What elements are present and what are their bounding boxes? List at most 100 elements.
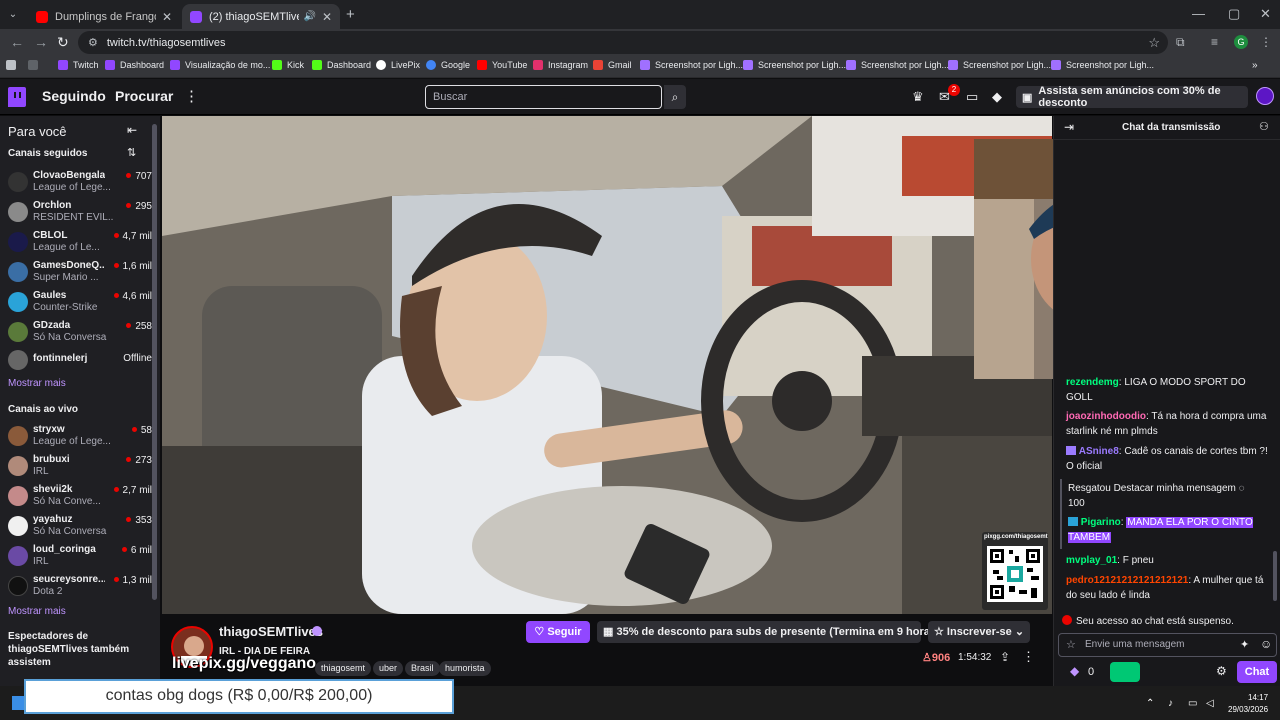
sidebar-scrollbar[interactable] (152, 124, 157, 600)
verified-badge-icon (312, 626, 322, 636)
bookmark-item[interactable]: Screenshot por Ligh... (743, 60, 846, 70)
streamer-name[interactable]: thiagoSEMTlives (219, 624, 323, 639)
forward-icon[interactable]: → (34, 34, 48, 50)
more-bookmarks-icon[interactable]: » (1252, 60, 1258, 71)
sort-icon[interactable]: ⇅ (127, 146, 136, 159)
bits-icon[interactable]: ◆ (1070, 664, 1079, 678)
bookmark-item[interactable]: Twitch (58, 60, 99, 70)
sidebar-channel[interactable]: Orchlon RESIDENT EVIL... 295 (8, 198, 152, 226)
sidebar-channel[interactable]: shevii2k Só Na Conve... 2,7 mil (8, 482, 152, 510)
users-icon[interactable]: ⚇ (1259, 120, 1269, 133)
share-icon[interactable]: ⇪ (1000, 650, 1010, 664)
stream-tag[interactable]: uber (373, 661, 404, 676)
follow-button[interactable]: ♡ Seguir (526, 621, 590, 643)
profile-avatar[interactable]: G (1234, 35, 1248, 49)
bookmark-item[interactable]: Dashboard (105, 60, 164, 70)
bookmark-item[interactable]: Screenshot por Ligh... (846, 60, 949, 70)
show-more-followed[interactable]: Mostrar mais (8, 378, 66, 389)
drops-icon[interactable]: ◆ (992, 89, 1002, 105)
collapse-chat-icon[interactable]: ⇥ (1064, 120, 1074, 134)
browser-tab-twitch[interactable]: (2) thiagoSEMTlives - Twitch 🔊 ✕ (182, 4, 340, 29)
user-avatar[interactable] (1256, 87, 1274, 105)
back-icon[interactable]: ← (10, 34, 24, 50)
sidebar-channel[interactable]: seucreysonre... Dota 2 1,3 mil (8, 572, 152, 600)
bookmark-item[interactable]: LivePix (376, 60, 420, 70)
close-window-icon[interactable]: ✕ (1260, 6, 1271, 22)
chat-scrollbar[interactable] (1273, 551, 1277, 601)
search-input[interactable]: Buscar (425, 85, 662, 109)
maximize-icon[interactable]: ▢ (1228, 6, 1240, 22)
system-clock[interactable]: 14:17 29/03/2026 (1228, 692, 1268, 716)
sidebar-channel[interactable]: brubuxi IRL 273 (8, 452, 152, 480)
bookmark-item[interactable]: Dashboard (312, 60, 371, 70)
search-icon[interactable]: ⌕ (664, 85, 686, 109)
extensions-icon[interactable]: ⧉ (1176, 35, 1185, 50)
minimize-icon[interactable]: — (1192, 6, 1205, 21)
sidebar-channel[interactable]: ClovaoBengala League of Lege... 707 (8, 168, 152, 196)
tray-chevron-icon[interactable]: ⌃ (1146, 698, 1154, 709)
browser-tab-youtube[interactable]: Dumplings de Frango com BBQ ✕ (28, 4, 180, 29)
twitch-logo-icon[interactable] (8, 87, 26, 107)
bookmark-item[interactable]: Visualização de mo... (170, 60, 270, 70)
bookmark-item[interactable]: Gmail (593, 60, 632, 70)
bookmark-star-icon[interactable]: ☆ (1148, 35, 1160, 51)
reload-icon[interactable]: ↻ (57, 34, 69, 51)
bookmark-item[interactable]: Instagram (533, 60, 588, 70)
sidebar-channel[interactable]: fontinnelerj Offline (8, 346, 152, 374)
site-info-icon[interactable]: ⚙ (88, 36, 98, 49)
new-tab-button[interactable]: + (346, 6, 355, 23)
gift-icon[interactable] (1110, 662, 1140, 682)
stream-tag[interactable]: Brasil (405, 661, 440, 676)
sidebar-channel[interactable]: CBLOL League of Le... 4,7 mil (8, 228, 152, 256)
magic-wand-icon[interactable]: ✦ (1240, 638, 1249, 651)
speaker-icon[interactable]: 🔊 (303, 11, 315, 22)
microphone-icon[interactable]: ♪ (1168, 698, 1173, 709)
tab-search-icon[interactable]: ⌄ (5, 7, 21, 23)
nav-browse[interactable]: Procurar (115, 88, 173, 104)
url-text: twitch.tv/thiagosemtlives (106, 36, 226, 49)
bookmark-item[interactable]: Kick (272, 60, 304, 70)
more-options-icon[interactable]: ⋮ (184, 87, 199, 105)
grid-icon[interactable] (28, 60, 43, 70)
video-player[interactable] (162, 116, 1052, 614)
bookmark-item[interactable]: Screenshot por Ligh... (948, 60, 1051, 70)
stream-tag[interactable]: humorista (439, 661, 491, 676)
media-control-icon[interactable]: ≡ (1211, 35, 1218, 49)
collapse-sidebar-icon[interactable]: ⇤ (127, 123, 137, 137)
show-more-live[interactable]: Mostrar mais (8, 606, 66, 617)
bookmark-item[interactable]: Screenshot por Ligh... (640, 60, 743, 70)
kick-icon (272, 60, 282, 70)
sidebar-channel[interactable]: loud_coringa IRL 6 mil (8, 542, 152, 570)
bookmark-item[interactable]: YouTube (477, 60, 527, 70)
avatar (8, 350, 28, 370)
bookmark-item[interactable]: Screenshot por Ligh... (1051, 60, 1154, 70)
sidebar-channel[interactable]: stryxw League of Lege... 58 (8, 422, 152, 450)
apps-icon[interactable] (6, 60, 21, 70)
sidebar-channel[interactable]: yayahuz Só Na Conversa 353 (8, 512, 152, 540)
nav-following[interactable]: Seguindo (42, 88, 106, 104)
close-icon[interactable]: ✕ (322, 10, 332, 24)
crown-icon[interactable]: ♛ (912, 89, 924, 105)
volume-icon[interactable]: ◁ (1206, 698, 1214, 709)
chat-send-button[interactable]: Chat (1237, 661, 1277, 683)
sidebar-channel[interactable]: Gaules Counter-Strike 4,6 mil (8, 288, 152, 316)
stream-tag[interactable]: thiagosemt (315, 661, 372, 676)
highlighted-message: Resgatou Destacar minha mensagem ◌ 100 Pi… (1060, 479, 1273, 549)
subscribe-label: Inscrever-se (946, 626, 1012, 638)
bookmark-item[interactable]: Google (426, 60, 470, 70)
sidebar-channel[interactable]: GamesDoneQ... Super Mario ... 1,6 mil (8, 258, 152, 286)
live-channels-header: Canais ao vivo (8, 404, 79, 415)
sidebar-channel[interactable]: GDzada Só Na Conversa 258 (8, 318, 152, 346)
ad-free-button[interactable]: ▣ Assista sem anúncios com 30% de descon… (1016, 85, 1248, 109)
settings-icon[interactable]: ⚙ (1216, 664, 1227, 678)
more-options-icon[interactable]: ⋮ (1022, 649, 1035, 665)
gift-subs-button[interactable]: ▦ 35% de desconto para subs de presente … (597, 621, 952, 643)
close-icon[interactable]: ✕ (162, 10, 172, 24)
whispers-icon[interactable]: ▭ (966, 89, 978, 105)
address-bar[interactable]: ⚙ twitch.tv/thiagosemtlives ☆ (78, 31, 1168, 54)
badge-selector-icon[interactable]: ☆ (1066, 638, 1076, 651)
network-icon[interactable]: ▭ (1188, 698, 1197, 709)
subscribe-button[interactable]: ☆ Inscrever-se ⌄ (928, 621, 1030, 643)
menu-icon[interactable]: ⋮ (1260, 35, 1272, 49)
emote-icon[interactable]: ☺ (1260, 637, 1272, 651)
